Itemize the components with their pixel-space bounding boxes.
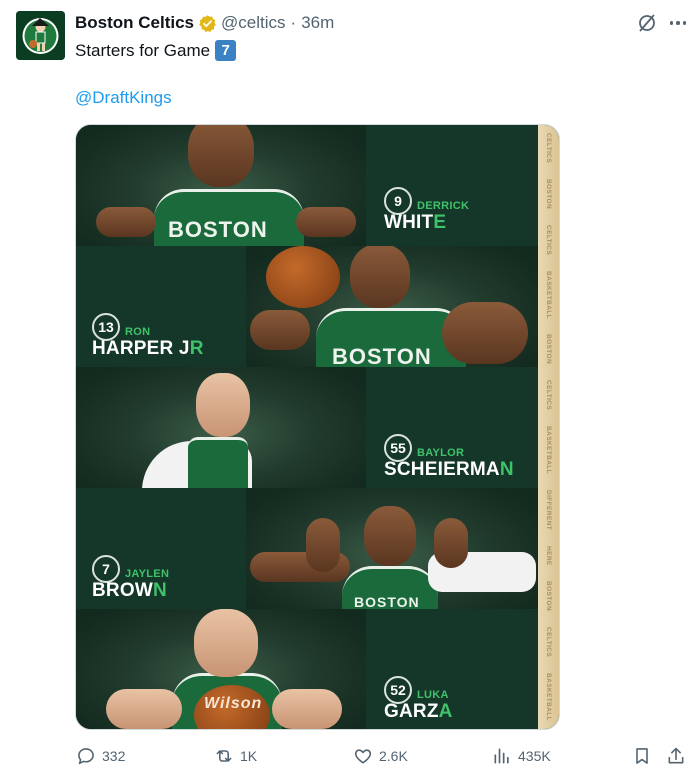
name-plate: 55 BAYLOR SCHEIERMAN <box>366 367 538 488</box>
tweet-media-image[interactable]: BOSTON 9 DERRICK WHITE 13 RON HARPER JR … <box>75 124 560 730</box>
player-first-name: LUKA <box>417 689 449 701</box>
tweet-text-body: Starters for Game <box>75 40 211 60</box>
more-options-icon[interactable] <box>666 13 690 33</box>
strip-word: BASKETBALL <box>545 672 552 722</box>
bookmark-icon <box>636 748 648 764</box>
strip-word: CELTICS <box>545 224 552 255</box>
mention-link[interactable]: @DraftKings <box>75 88 172 108</box>
avatar[interactable] <box>16 11 65 60</box>
jersey-text: BOSTON <box>332 344 432 367</box>
name-plate: 52 LUKA GARZA <box>366 609 538 729</box>
like-button[interactable]: 2.6K <box>353 742 408 770</box>
player-first-name: JAYLEN <box>125 568 170 580</box>
strip-word: BOSTON <box>545 178 552 209</box>
player-row-harper: 13 RON HARPER JR BOSTON <box>76 246 559 367</box>
player-row-garza: Wilson 52 LUKA GARZA <box>76 609 559 729</box>
player-number: 7 <box>92 555 120 583</box>
share-button[interactable] <box>666 742 692 770</box>
verified-badge-icon <box>199 14 216 32</box>
reply-icon <box>78 748 94 765</box>
strip-word: BOSTON <box>545 581 552 612</box>
reply-button[interactable]: 332 <box>76 742 125 770</box>
views-button[interactable]: 435K <box>492 742 551 770</box>
player-number: 52 <box>384 676 412 704</box>
player-first-name: BAYLOR <box>417 447 465 459</box>
side-strip: CELTICS BOSTON CELTICS BASKETBALL BOSTON CELT… <box>538 125 559 729</box>
heart-icon <box>354 749 372 764</box>
tweet-header: Boston Celtics @celtics · 36m <box>75 12 334 34</box>
grok-icon[interactable] <box>637 13 657 33</box>
player-first-name: RON <box>125 326 151 338</box>
author-handle[interactable]: @celtics <box>221 13 286 33</box>
name-plate: 7 JAYLEN BROWN <box>76 488 246 609</box>
player-number: 13 <box>92 313 120 341</box>
player-photo: Wilson <box>76 609 366 729</box>
name-plate: 13 RON HARPER JR <box>76 246 246 367</box>
player-last-name: HARPER JR <box>92 338 204 359</box>
strip-word: DIFFERENT <box>545 489 552 530</box>
tweet-text: Starters for Game 7 <box>75 40 237 61</box>
strip-word: BASKETBALL <box>545 426 552 475</box>
celtics-logo-icon <box>16 11 65 60</box>
player-row-white: BOSTON 9 DERRICK WHITE <box>76 125 559 246</box>
views-chart-icon <box>494 748 509 764</box>
player-row-scheierman: 55 BAYLOR SCHEIERMAN <box>76 367 559 488</box>
strip-word: CELTICS <box>545 132 552 163</box>
author-name[interactable]: Boston Celtics <box>75 13 194 33</box>
share-icon <box>668 747 684 764</box>
strip-word: CELTICS <box>545 380 552 411</box>
strip-word: BASKETBALL <box>545 270 552 319</box>
name-plate: 9 DERRICK WHITE <box>366 125 538 246</box>
reply-count: 332 <box>102 748 126 764</box>
ball-brand-text: Wilson <box>204 695 263 712</box>
repost-button[interactable]: 1K <box>214 742 257 770</box>
jersey-text: BOSTON <box>168 217 268 242</box>
view-count: 435K <box>518 748 551 764</box>
repost-icon <box>216 750 232 762</box>
player-first-name: DERRICK <box>417 200 470 212</box>
player-last-name: WHITE <box>384 212 447 233</box>
action-bar: 332 1K 2.6K 435K <box>0 742 700 770</box>
strip-word: CELTICS <box>545 627 552 658</box>
strip-word: BOSTON <box>545 334 552 365</box>
separator-dot: · <box>290 13 297 32</box>
player-number: 9 <box>384 187 412 215</box>
post-time[interactable]: 36m <box>301 13 334 33</box>
like-count: 2.6K <box>379 748 408 764</box>
keycap-number-emoji: 7 <box>215 40 237 61</box>
repost-count: 1K <box>240 748 258 764</box>
player-photo: BOSTON <box>76 125 366 246</box>
player-number: 55 <box>384 434 412 462</box>
jersey-text: BOSTON <box>354 594 420 609</box>
player-photo: BOSTON <box>246 488 538 609</box>
strip-word: HERE <box>545 545 552 566</box>
player-row-brown: 7 JAYLEN BROWN BOSTON <box>76 488 559 609</box>
player-photo <box>76 367 366 488</box>
player-last-name: BROWN <box>92 580 167 601</box>
bookmark-button[interactable] <box>632 742 658 770</box>
player-last-name: GARZA <box>384 701 453 722</box>
player-photo: BOSTON <box>246 246 538 367</box>
player-last-name: SCHEIERMAN <box>384 459 514 480</box>
